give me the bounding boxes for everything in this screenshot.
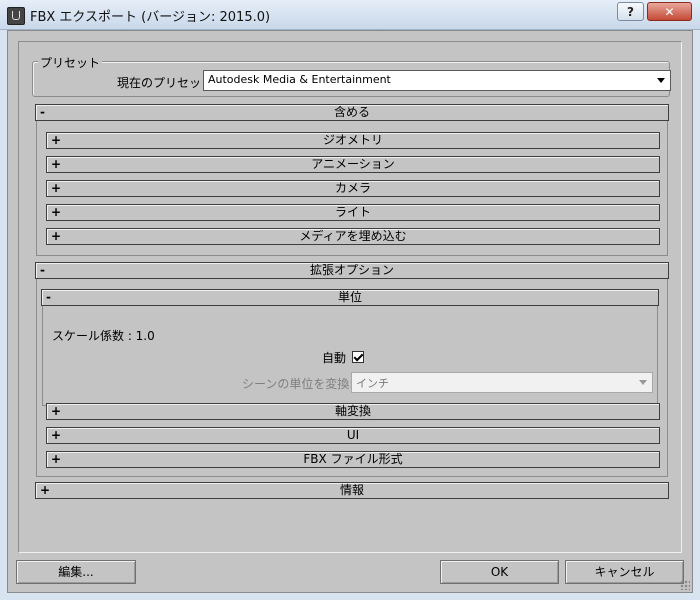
rollout-units-title: 単位 xyxy=(337,290,362,304)
preset-dropdown-value: Autodesk Media & Entertainment xyxy=(208,73,391,86)
rollout-advanced-options-title: 拡張オプション xyxy=(309,263,394,277)
rollout-animation[interactable]: + アニメーション xyxy=(46,156,660,173)
expand-icon: + xyxy=(51,452,62,466)
collapse-icon: - xyxy=(46,290,51,304)
rollout-axis-conversion-title: 軸変換 xyxy=(334,404,371,418)
rollout-geometry[interactable]: + ジオメトリ xyxy=(46,132,660,149)
expand-icon: + xyxy=(51,428,62,442)
expand-icon: + xyxy=(40,483,51,497)
advanced-container: - 単位 スケール係数 : 1.0 自動 シーンの単位を変換: インチ + 軸変… xyxy=(36,279,668,477)
rollout-embed-media[interactable]: + メディアを埋め込む xyxy=(46,228,660,245)
preset-dropdown[interactable]: Autodesk Media & Entertainment xyxy=(203,70,671,91)
collapse-icon: - xyxy=(40,105,45,119)
rollout-ui-title: UI xyxy=(346,428,360,442)
convert-units-dropdown[interactable]: インチ xyxy=(351,372,653,393)
cancel-button[interactable]: キャンセル xyxy=(565,560,684,584)
rollout-fbx-file-format-title: FBX ファイル形式 xyxy=(303,452,403,466)
convert-units-value: インチ xyxy=(356,377,389,390)
app-icon xyxy=(7,7,25,25)
expand-icon: + xyxy=(51,229,62,243)
expand-icon: + xyxy=(51,157,62,171)
collapse-icon: - xyxy=(40,263,45,277)
dropdown-arrow-icon xyxy=(639,380,647,385)
dropdown-arrow-icon xyxy=(657,78,665,83)
expand-icon: + xyxy=(51,404,62,418)
edit-button[interactable]: 編集... xyxy=(16,560,136,584)
close-button[interactable]: ✕ xyxy=(647,2,692,21)
convert-units-label: シーンの単位を変換: xyxy=(242,377,354,391)
rollout-include-title: 含める xyxy=(333,105,370,119)
rollout-include[interactable]: - 含める xyxy=(35,104,669,121)
expand-icon: + xyxy=(51,133,62,147)
preset-group-title: プリセット xyxy=(38,54,103,71)
preset-group: プリセット 現在のプリセット: Autodesk Media & Enterta… xyxy=(32,54,671,97)
include-container: + ジオメトリ + アニメーション + カメラ + ライト + メディアを埋め込… xyxy=(36,121,668,256)
options-panel: プリセット 現在のプリセット: Autodesk Media & Enterta… xyxy=(18,41,682,553)
rollout-lights-title: ライト xyxy=(334,205,371,219)
auto-checkbox[interactable] xyxy=(352,351,364,363)
ok-button[interactable]: OK xyxy=(440,560,559,584)
rollout-cameras-title: カメラ xyxy=(334,181,371,195)
rollout-lights[interactable]: + ライト xyxy=(46,204,660,221)
rollout-axis-conversion[interactable]: + 軸変換 xyxy=(46,403,660,420)
units-container: スケール係数 : 1.0 自動 シーンの単位を変換: インチ xyxy=(42,306,658,406)
rollout-fbx-file-format[interactable]: + FBX ファイル形式 xyxy=(46,451,660,468)
rollout-animation-title: アニメーション xyxy=(311,157,395,171)
auto-label: 自動 xyxy=(322,351,347,365)
rollout-advanced-options[interactable]: - 拡張オプション xyxy=(35,262,669,279)
dialog-body: プリセット 現在のプリセット: Autodesk Media & Enterta… xyxy=(7,30,693,593)
rollout-ui[interactable]: + UI xyxy=(46,427,660,444)
rollout-geometry-title: ジオメトリ xyxy=(322,133,383,147)
rollout-embed-media-title: メディアを埋め込む xyxy=(299,229,407,243)
resize-grip[interactable] xyxy=(680,580,690,590)
title-bar: FBX エクスポート (バージョン: 2015.0) ? ✕ xyxy=(0,0,700,30)
rollout-information[interactable]: + 情報 xyxy=(35,482,669,499)
rollout-information-title: 情報 xyxy=(339,483,364,497)
rollout-cameras[interactable]: + カメラ xyxy=(46,180,660,197)
expand-icon: + xyxy=(51,205,62,219)
rollout-units[interactable]: - 単位 xyxy=(41,289,659,306)
expand-icon: + xyxy=(51,181,62,195)
scale-factor-text: スケール係数 : 1.0 xyxy=(52,329,155,343)
help-button[interactable]: ? xyxy=(617,2,644,21)
window-title: FBX エクスポート (バージョン: 2015.0) xyxy=(30,10,271,25)
